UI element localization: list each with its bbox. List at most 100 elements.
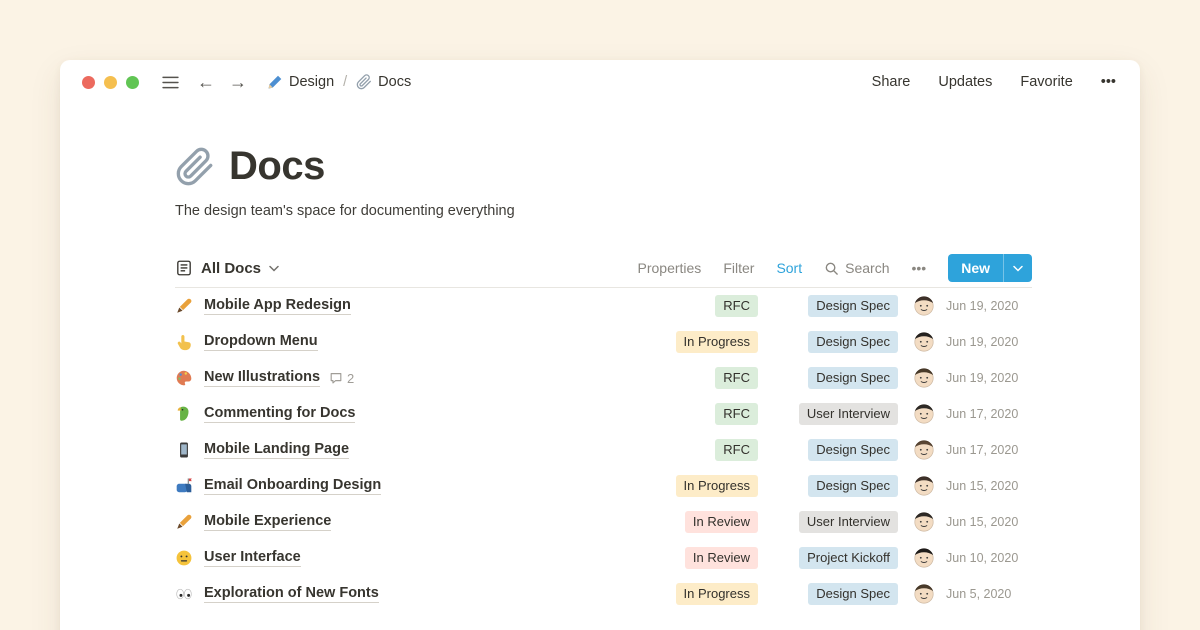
breadcrumb-separator: /: [343, 74, 347, 90]
status-tag[interactable]: In Progress: [676, 331, 758, 353]
doc-title[interactable]: Exploration of New Fonts: [204, 585, 379, 603]
comment-count: 2: [329, 371, 354, 386]
doc-date: Jun 17, 2020: [946, 407, 1032, 421]
category-tag[interactable]: Design Spec: [808, 331, 898, 353]
minimize-window-button[interactable]: [104, 76, 117, 89]
window-topbar: ← → Design / Docs Share Updates Favorite…: [60, 60, 1140, 104]
category-tag[interactable]: User Interview: [799, 511, 898, 533]
search-label: Search: [845, 260, 889, 276]
status-tag[interactable]: RFC: [715, 295, 758, 317]
chevron-down-icon: [1013, 265, 1023, 272]
status-tag[interactable]: RFC: [715, 403, 758, 425]
doc-title[interactable]: Mobile App Redesign: [204, 297, 351, 315]
breadcrumb-item-design[interactable]: Design: [267, 74, 334, 90]
favorite-button[interactable]: Favorite: [1020, 74, 1072, 90]
status-tag[interactable]: In Progress: [676, 583, 758, 605]
close-window-button[interactable]: [82, 76, 95, 89]
toolbar-more-button[interactable]: •••: [911, 260, 926, 276]
view-toolbar: All Docs Properties Filter Sort Search •…: [175, 249, 1032, 287]
category-tag[interactable]: Design Spec: [808, 475, 898, 497]
back-arrow-icon[interactable]: ←: [195, 71, 217, 93]
doc-date: Jun 10, 2020: [946, 551, 1032, 565]
status-tag[interactable]: In Review: [685, 511, 758, 533]
doc-date: Jun 15, 2020: [946, 515, 1032, 529]
category-tag[interactable]: User Interview: [799, 403, 898, 425]
doc-title[interactable]: Dropdown Menu: [204, 333, 318, 351]
mobile-icon: [175, 441, 193, 459]
traffic-lights: [82, 76, 139, 89]
properties-button[interactable]: Properties: [638, 260, 702, 276]
doc-title[interactable]: Commenting for Docs: [204, 405, 355, 423]
category-tag[interactable]: Design Spec: [808, 367, 898, 389]
doc-date: Jun 19, 2020: [946, 371, 1032, 385]
comment-number: 2: [347, 371, 354, 386]
filter-button[interactable]: Filter: [723, 260, 754, 276]
table-row[interactable]: Dropdown Menu In Progress Design Spec Ju…: [175, 324, 1032, 360]
status-tag[interactable]: RFC: [715, 367, 758, 389]
doc-date: Jun 19, 2020: [946, 335, 1032, 349]
doc-list-icon: [175, 259, 193, 277]
doc-table: Mobile App Redesign RFC Design Spec Jun …: [175, 288, 1032, 612]
view-label: All Docs: [201, 260, 261, 277]
breadcrumb-label: Design: [289, 74, 334, 90]
category-tag[interactable]: Project Kickoff: [799, 547, 898, 569]
neutral-face-icon: [175, 549, 193, 567]
status-tag[interactable]: RFC: [715, 439, 758, 461]
app-window: ← → Design / Docs Share Updates Favorite…: [60, 60, 1140, 630]
share-button[interactable]: Share: [872, 74, 911, 90]
topbar-actions: Share Updates Favorite •••: [872, 74, 1116, 90]
table-row[interactable]: Commenting for Docs RFC User Interview J…: [175, 396, 1032, 432]
palette-icon: [175, 369, 193, 387]
avatar: [914, 512, 934, 532]
zoom-window-button[interactable]: [126, 76, 139, 89]
table-row[interactable]: Mobile Landing Page RFC Design Spec Jun …: [175, 432, 1032, 468]
table-row[interactable]: Exploration of New Fonts In Progress Des…: [175, 576, 1032, 612]
page-content: Docs The design team's space for documen…: [60, 104, 1140, 612]
table-row[interactable]: Email Onboarding Design In Progress Desi…: [175, 468, 1032, 504]
new-button[interactable]: New: [948, 254, 1003, 282]
pointer-icon: [175, 333, 193, 351]
avatar: [914, 476, 934, 496]
category-tag[interactable]: Design Spec: [808, 295, 898, 317]
mailbox-icon: [175, 477, 193, 495]
new-dropdown-button[interactable]: [1003, 254, 1032, 282]
table-row[interactable]: User Interface In Review Project Kickoff…: [175, 540, 1032, 576]
doc-date: Jun 17, 2020: [946, 443, 1032, 457]
category-tag[interactable]: Design Spec: [808, 439, 898, 461]
comment-bubble-icon: [329, 371, 343, 385]
search-button[interactable]: Search: [824, 260, 889, 276]
hamburger-menu-icon[interactable]: [159, 71, 181, 93]
avatar: [914, 440, 934, 460]
search-icon: [824, 261, 839, 276]
avatar: [914, 404, 934, 424]
breadcrumb-item-docs[interactable]: Docs: [356, 74, 411, 90]
chevron-down-icon: [269, 265, 279, 272]
table-row[interactable]: Mobile Experience In Review User Intervi…: [175, 504, 1032, 540]
topbar-more-button[interactable]: •••: [1101, 74, 1116, 90]
status-tag[interactable]: In Review: [685, 547, 758, 569]
avatar: [914, 332, 934, 352]
view-switcher[interactable]: All Docs: [175, 259, 279, 277]
new-button-group: New: [948, 254, 1032, 282]
parrot-icon: [175, 405, 193, 423]
category-tag[interactable]: Design Spec: [808, 583, 898, 605]
paperclip-icon: [356, 74, 372, 90]
doc-title[interactable]: Email Onboarding Design: [204, 477, 381, 495]
table-row[interactable]: New Illustrations 2 RFC Design Spec Jun …: [175, 360, 1032, 396]
table-row[interactable]: Mobile App Redesign RFC Design Spec Jun …: [175, 288, 1032, 324]
forward-arrow-icon[interactable]: →: [227, 71, 249, 93]
paintbrush-icon: [175, 513, 193, 531]
eyes-icon: [175, 585, 193, 603]
avatar: [914, 548, 934, 568]
paperclip-icon: [175, 147, 215, 187]
doc-date: Jun 5, 2020: [946, 587, 1032, 601]
updates-button[interactable]: Updates: [938, 74, 992, 90]
desktop-background: { "colors": { "accent_blue": "#2EA3DB", …: [0, 0, 1200, 630]
status-tag[interactable]: In Progress: [676, 475, 758, 497]
doc-title[interactable]: New Illustrations: [204, 369, 320, 387]
sort-button[interactable]: Sort: [776, 260, 802, 276]
avatar: [914, 584, 934, 604]
doc-title[interactable]: Mobile Landing Page: [204, 441, 349, 459]
doc-title[interactable]: Mobile Experience: [204, 513, 331, 531]
doc-title[interactable]: User Interface: [204, 549, 301, 567]
